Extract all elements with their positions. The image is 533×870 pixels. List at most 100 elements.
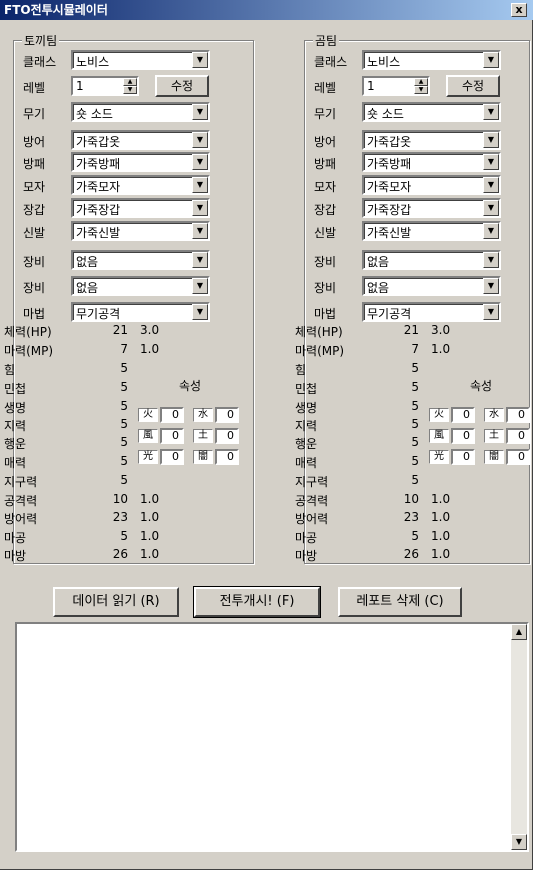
right-armor-select[interactable]: 가죽갑옷 ▼ [362, 130, 501, 150]
spin-up-icon[interactable]: ▲ [123, 78, 137, 86]
right-atk-label: 공격력 [295, 494, 329, 508]
close-button[interactable]: x [511, 3, 527, 17]
chevron-down-icon[interactable]: ▼ [192, 132, 208, 148]
left-cha-value: 5 [120, 454, 128, 468]
left-class-select-label: 클래스 [23, 55, 57, 69]
right-shoes-select[interactable]: 가죽신발 ▼ [362, 221, 501, 241]
right-armor-select-label: 방어 [314, 135, 337, 149]
load-data-button[interactable]: 데이터 읽기 (R) [53, 587, 179, 617]
chevron-down-icon[interactable]: ▼ [483, 154, 499, 170]
left-element-input-5[interactable]: 0 [215, 449, 239, 465]
left-equip2-select[interactable]: 없음 ▼ [71, 276, 210, 296]
report-scrollbar[interactable]: ▲ ▼ [511, 624, 527, 850]
right-str-label: 힘 [295, 363, 307, 377]
scroll-up-icon[interactable]: ▲ [511, 624, 527, 640]
right-agi-value: 5 [411, 380, 419, 394]
right-weapon-select[interactable]: 숏 소드 ▼ [362, 102, 501, 122]
chevron-down-icon[interactable]: ▼ [192, 200, 208, 216]
right-equip1-select[interactable]: 없음 ▼ [362, 250, 501, 270]
right-hat-select[interactable]: 가죽모자 ▼ [362, 175, 501, 195]
left-magic-select[interactable]: 무기공격 ▼ [71, 302, 210, 322]
left-element-input-2[interactable]: 0 [160, 428, 184, 444]
chevron-down-icon[interactable]: ▼ [483, 52, 499, 68]
left-element-input-4[interactable]: 0 [160, 449, 184, 465]
left-class-select[interactable]: 노비스 ▼ [71, 50, 210, 70]
right-element-icon-0: 火 [429, 408, 449, 422]
left-armor-select[interactable]: 가죽갑옷 ▼ [71, 130, 210, 150]
right-luk-value: 5 [411, 435, 419, 449]
right-mp-value: 7 [411, 342, 419, 356]
left-element-input-3[interactable]: 0 [215, 428, 239, 444]
window-title: FTO전투시뮬레이터 [4, 3, 108, 17]
right-element-input-0[interactable]: 0 [451, 407, 475, 423]
right-shield-select[interactable]: 가죽방패 ▼ [362, 152, 501, 172]
left-gloves-select[interactable]: 가죽장갑 ▼ [71, 198, 210, 218]
left-def-value: 23 [112, 510, 128, 524]
chevron-down-icon[interactable]: ▼ [483, 252, 499, 268]
right-equip2-select[interactable]: 없음 ▼ [362, 276, 501, 296]
right-mdef-rate: 1.0 [431, 547, 451, 561]
left-armor-select-value: 가죽갑옷 [76, 135, 121, 149]
scroll-down-icon[interactable]: ▼ [511, 834, 527, 850]
clear-report-button[interactable]: 레포트 삭제 (C) [338, 587, 462, 617]
right-class-select[interactable]: 노비스 ▼ [362, 50, 501, 70]
left-level-label: 레벨 [23, 81, 46, 95]
start-battle-button[interactable]: 전투개시! (F) [193, 586, 321, 618]
right-element-input-4[interactable]: 0 [451, 449, 475, 465]
right-equip2-select-value: 없음 [367, 281, 390, 295]
left-def-label: 방어력 [4, 512, 38, 526]
chevron-down-icon[interactable]: ▼ [192, 104, 208, 120]
chevron-down-icon[interactable]: ▼ [192, 52, 208, 68]
left-element-input-0[interactable]: 0 [160, 407, 184, 423]
right-magic-select[interactable]: 무기공격 ▼ [362, 302, 501, 322]
left-hat-select[interactable]: 가죽모자 ▼ [71, 175, 210, 195]
right-element-input-3[interactable]: 0 [506, 428, 530, 444]
chevron-down-icon[interactable]: ▼ [483, 200, 499, 216]
battle-report-textarea[interactable]: ▲ ▼ [15, 622, 529, 852]
left-hp-rate: 3.0 [140, 323, 160, 337]
spin-down-icon[interactable]: ▼ [414, 86, 428, 94]
right-element-input-2[interactable]: 0 [451, 428, 475, 444]
chevron-down-icon[interactable]: ▼ [483, 278, 499, 294]
left-shield-select[interactable]: 가죽방패 ▼ [71, 152, 210, 172]
left-shoes-select[interactable]: 가죽신발 ▼ [71, 221, 210, 241]
chevron-down-icon[interactable]: ▼ [192, 154, 208, 170]
left-mdef-value: 26 [112, 547, 128, 561]
right-def-label: 방어력 [295, 512, 329, 526]
right-luk-label: 행운 [295, 437, 318, 451]
spin-down-icon[interactable]: ▼ [123, 86, 137, 94]
chevron-down-icon[interactable]: ▼ [192, 304, 208, 320]
left-element-input-1[interactable]: 0 [215, 407, 239, 423]
right-shield-select-value: 가죽방패 [367, 157, 412, 171]
right-magic-select-label: 마법 [314, 307, 337, 321]
right-atk-value: 10 [403, 492, 419, 506]
left-level-spinner[interactable]: 1 ▲ ▼ [71, 76, 139, 96]
left-element-label: 속성 [179, 379, 202, 393]
chevron-down-icon[interactable]: ▼ [192, 252, 208, 268]
left-armor-select-label: 방어 [23, 135, 46, 149]
left-element-icon-2: 風 [138, 429, 158, 443]
right-edit-button[interactable]: 수정 [446, 75, 500, 97]
chevron-down-icon[interactable]: ▼ [192, 177, 208, 193]
chevron-down-icon[interactable]: ▼ [483, 104, 499, 120]
right-gloves-select[interactable]: 가죽장갑 ▼ [362, 198, 501, 218]
left-vit-value: 5 [120, 399, 128, 413]
chevron-down-icon[interactable]: ▼ [192, 278, 208, 294]
right-level-spinner[interactable]: 1 ▲ ▼ [362, 76, 430, 96]
left-edit-button[interactable]: 수정 [155, 75, 209, 97]
left-weapon-select[interactable]: 숏 소드 ▼ [71, 102, 210, 122]
left-weapon-select-label: 무기 [23, 107, 46, 121]
left-shield-select-value: 가죽방패 [76, 157, 121, 171]
right-element-input-1[interactable]: 0 [506, 407, 530, 423]
spin-up-icon[interactable]: ▲ [414, 78, 428, 86]
chevron-down-icon[interactable]: ▼ [192, 223, 208, 239]
left-equip1-select[interactable]: 없음 ▼ [71, 250, 210, 270]
right-element-input-5[interactable]: 0 [506, 449, 530, 465]
chevron-down-icon[interactable]: ▼ [483, 223, 499, 239]
left-def-rate: 1.0 [140, 510, 160, 524]
right-end-value: 5 [411, 473, 419, 487]
chevron-down-icon[interactable]: ▼ [483, 132, 499, 148]
chevron-down-icon[interactable]: ▼ [483, 304, 499, 320]
chevron-down-icon[interactable]: ▼ [483, 177, 499, 193]
left-luk-label: 행운 [4, 437, 27, 451]
